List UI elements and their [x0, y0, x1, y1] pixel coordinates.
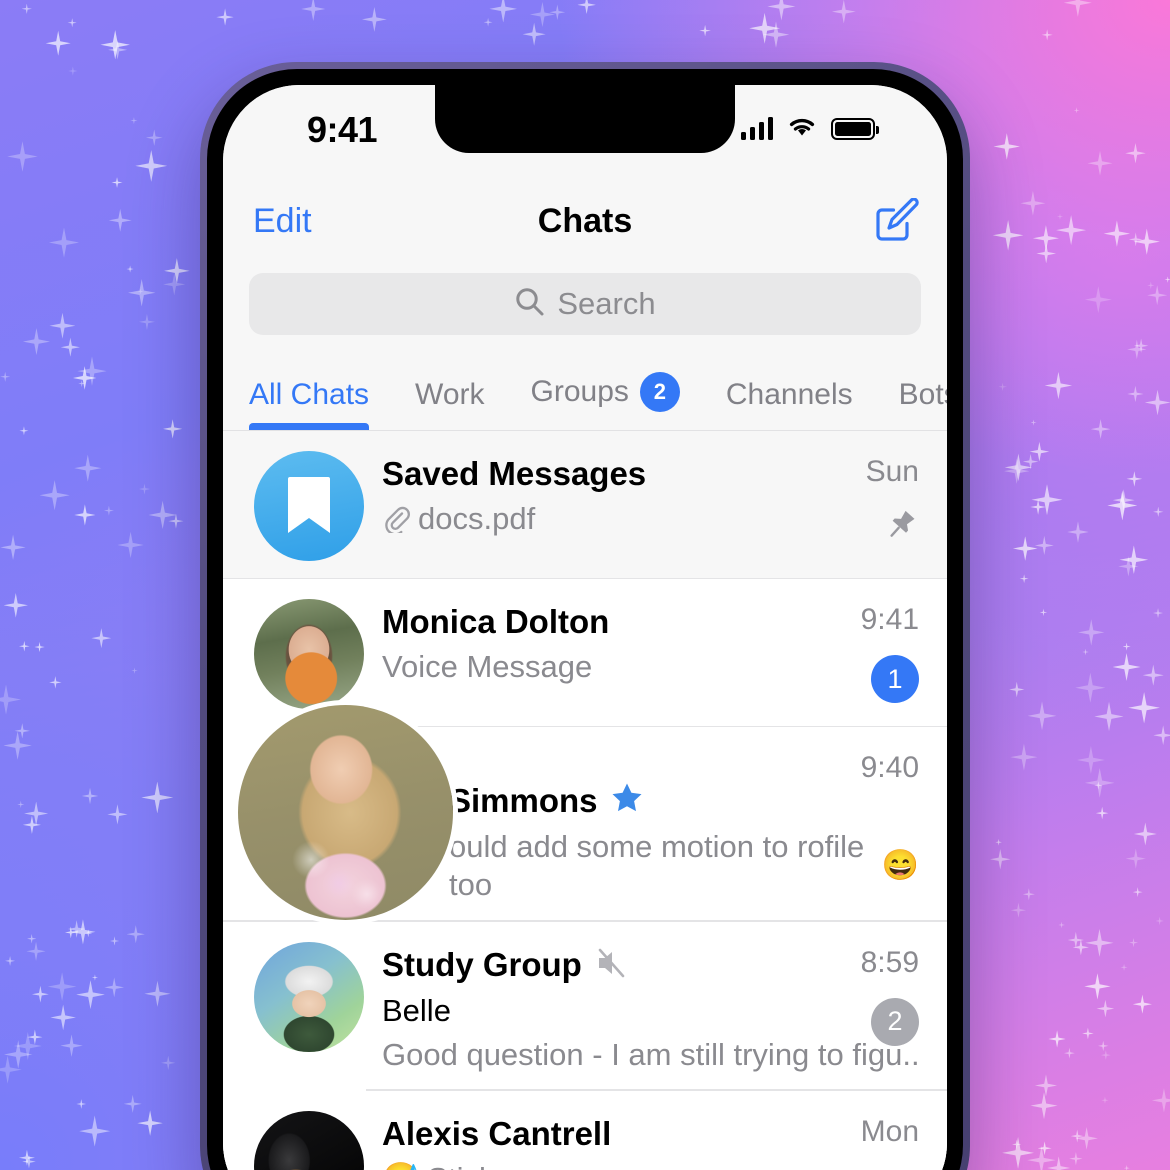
- chat-time: Mon: [860, 1114, 919, 1148]
- chat-snippet-text: Sticker: [427, 1161, 522, 1170]
- chat-row-study-group[interactable]: Study Group Belle Good question - I am s…: [223, 921, 947, 1091]
- edit-button[interactable]: Edit: [253, 202, 312, 241]
- tab-label: Work: [415, 378, 485, 411]
- search-input[interactable]: Search: [249, 273, 921, 335]
- chat-content: Study Group Belle Good question - I am s…: [382, 942, 919, 1073]
- chat-meta: 8:59 2: [861, 946, 919, 1046]
- chat-title-row: Study Group: [382, 946, 919, 985]
- bookmark-icon: [288, 477, 330, 533]
- chat-snippet-text: Voice Message: [382, 649, 593, 684]
- chat-snippet: ould add some motion to rofile too 😄: [449, 828, 919, 904]
- chat-row-simmons[interactable]: Simmons ould add some motion to rofile t…: [223, 705, 947, 922]
- chat-time: 9:40: [860, 751, 919, 784]
- avatar-photo: [254, 941, 364, 1052]
- chat-snippet-text: ould add some motion to rofile too: [449, 829, 865, 902]
- battery-icon: [831, 118, 879, 140]
- chat-title-row: Alexis Cantrell: [382, 1115, 919, 1153]
- chat-row-saved-messages[interactable]: Saved Messages docs.pdf Sun: [223, 431, 947, 579]
- chat-meta: 9:41 1: [861, 603, 919, 703]
- tab-groups[interactable]: Groups 2: [531, 372, 680, 430]
- unread-badge: 2: [871, 997, 919, 1046]
- chat-title-row: Monica Dolton: [382, 603, 919, 641]
- snippet-emoji: 😅: [382, 1163, 419, 1170]
- chat-snippet-text: docs.pdf: [418, 501, 536, 536]
- chat-name: Study Group: [382, 946, 582, 984]
- chat-time: 9:41: [860, 603, 919, 636]
- chat-content: Alexis Cantrell 😅 Sticker: [382, 1111, 919, 1170]
- wifi-icon: [787, 115, 817, 143]
- device-notch: [435, 85, 735, 153]
- tab-label: All Chats: [249, 378, 370, 411]
- chat-title-row: Simmons: [449, 781, 919, 820]
- navigation-bar: Edit Chats: [223, 177, 947, 265]
- paperclip-icon: [382, 505, 410, 533]
- page-title: Chats: [537, 201, 633, 240]
- cellular-signal-icon: [740, 117, 773, 140]
- search-container: Search: [223, 265, 947, 357]
- pin-icon: [881, 507, 919, 550]
- tab-label: Groups: [530, 375, 629, 408]
- chat-filter-tabs: All Chats Work Groups 2 Channels Bots: [223, 357, 947, 431]
- status-bar-time: 9:41: [307, 109, 378, 150]
- tab-work[interactable]: Work: [415, 378, 484, 430]
- chat-content: Simmons ould add some motion to rofile t…: [449, 747, 919, 904]
- avatar-expanded[interactable]: [238, 705, 453, 920]
- chat-content: Monica Dolton Voice Message: [382, 599, 919, 685]
- tab-bots[interactable]: Bots: [899, 378, 947, 430]
- status-bar: 9:41: [223, 85, 947, 177]
- chat-time: 8:59: [860, 945, 919, 979]
- avatar: [254, 941, 364, 1052]
- chat-name: Simmons: [449, 781, 598, 819]
- phone-screen: 9:41 Edit Chats Search All Chats Work Gr…: [223, 85, 947, 1170]
- snippet-emoji: 😄: [881, 848, 919, 882]
- tab-label: Channels: [725, 378, 853, 411]
- search-icon: [514, 286, 545, 322]
- mute-icon: [594, 946, 628, 985]
- chat-time: Sun: [865, 455, 919, 488]
- chat-name: Alexis Cantrell: [382, 1114, 612, 1152]
- chat-meta: Mon: [861, 1115, 919, 1149]
- chat-name: Saved Messages: [382, 455, 647, 492]
- avatar: [254, 1110, 364, 1170]
- chat-meta: 9:40: [861, 751, 919, 785]
- tab-label: Bots: [898, 378, 947, 411]
- avatar-photo: [238, 705, 453, 920]
- avatar-photo: [254, 1110, 364, 1170]
- tab-all-chats[interactable]: All Chats: [249, 378, 370, 430]
- avatar-photo: [254, 599, 364, 709]
- chat-meta: Sun: [866, 455, 919, 550]
- wallpaper-scene: 9:41 Edit Chats Search All Chats Work Gr…: [0, 0, 1170, 1170]
- chat-snippet: docs.pdf: [382, 501, 919, 537]
- search-placeholder-text: Search: [557, 286, 656, 321]
- chat-snippet-text: Good question - I am still trying to fig…: [382, 1036, 919, 1072]
- chat-content: Saved Messages docs.pdf: [382, 451, 919, 537]
- chat-sender-name: Belle: [382, 992, 451, 1028]
- chat-snippet: 😅 Sticker: [382, 1161, 919, 1170]
- chat-snippet: Good question - I am still trying to fig…: [382, 1037, 919, 1073]
- compose-icon[interactable]: [873, 198, 919, 244]
- chat-name: Monica Dolton: [382, 603, 610, 640]
- chat-title-row: Saved Messages: [382, 455, 919, 493]
- unread-badge: 1: [871, 655, 919, 703]
- status-bar-icons: [740, 115, 879, 143]
- phone-device-frame: 9:41 Edit Chats Search All Chats Work Gr…: [200, 62, 970, 1170]
- chat-row-alexis-cantrell[interactable]: Alexis Cantrell 😅 Sticker Mon: [223, 1090, 947, 1170]
- tab-badge-count: 2: [639, 372, 680, 412]
- saved-messages-avatar: [254, 451, 364, 561]
- avatar: [254, 599, 364, 709]
- verified-star-icon: [610, 781, 644, 820]
- phone-bezel: 9:41 Edit Chats Search All Chats Work Gr…: [207, 69, 963, 1170]
- chat-snippet: Voice Message: [382, 649, 919, 685]
- tab-channels[interactable]: Channels: [726, 378, 853, 430]
- chat-list: Saved Messages docs.pdf Sun Monica Dolto…: [223, 431, 947, 1170]
